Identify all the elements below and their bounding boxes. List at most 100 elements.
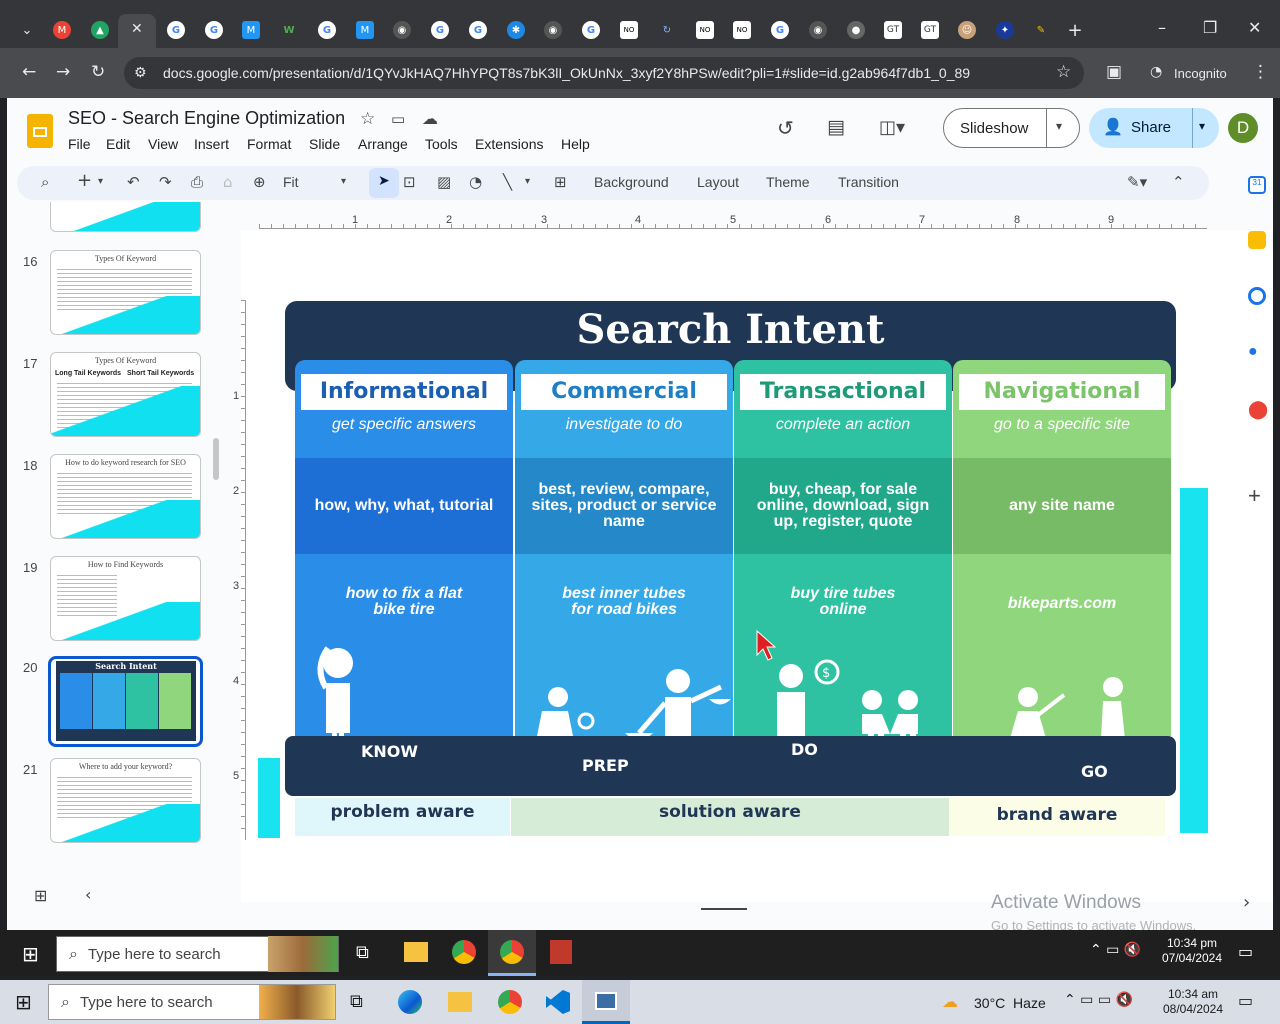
profile-tab-icon[interactable]: ☺	[958, 21, 976, 39]
link-tab-icon[interactable]: ↻	[658, 21, 676, 39]
menu-tools[interactable]: Tools	[425, 136, 458, 152]
outer-clock[interactable]: 10:34 am 08/04/2024	[1160, 987, 1226, 1017]
line-icon[interactable]: ╲	[503, 173, 512, 191]
tasks-icon[interactable]	[1248, 287, 1266, 305]
globe-tab-icon[interactable]: ✱	[507, 21, 525, 39]
shape-icon[interactable]: ◔	[469, 173, 482, 191]
chrome-menu-icon[interactable]: ⋮	[1252, 62, 1269, 82]
image-icon[interactable]: ▨	[437, 173, 451, 191]
globe-tab-icon[interactable]: ●	[847, 21, 865, 39]
start-icon[interactable]: ⊞	[15, 990, 32, 1014]
text-box-icon[interactable]: ⊡	[403, 173, 416, 191]
site-tab-icon[interactable]: NO	[696, 21, 714, 39]
zoom-select[interactable]: Fit	[283, 174, 299, 190]
file-explorer-icon[interactable]	[404, 942, 428, 962]
back-icon[interactable]: ←	[22, 62, 36, 82]
slide-thumbnail-18[interactable]: How to do keyword research for SEO	[50, 454, 201, 539]
minimize-icon[interactable]: –	[1158, 18, 1166, 37]
system-tray-icons[interactable]: ⌃ ▭ ▭ 🔇	[1064, 992, 1133, 1008]
gt-tab-icon[interactable]: GT	[884, 21, 902, 39]
menu-extensions[interactable]: Extensions	[475, 136, 543, 152]
document-title[interactable]: SEO - Search Engine Optimization	[68, 108, 345, 129]
w-tab-icon[interactable]: W	[280, 21, 298, 39]
inner-clock[interactable]: 10:34 pm 07/04/2024	[1160, 936, 1224, 966]
taskbar-search[interactable]: ⌕ Type here to search	[56, 936, 339, 972]
new-tab-icon[interactable]: +	[1066, 20, 1084, 41]
slide-thumbnail-19[interactable]: How to Find Keywords	[50, 556, 201, 641]
incognito-tab-icon[interactable]: ◉	[393, 21, 411, 39]
version-history-icon[interactable]: ↺	[777, 116, 794, 140]
mail-tab-icon[interactable]: M	[356, 21, 374, 39]
star-icon[interactable]: ☆	[360, 109, 375, 129]
site-tab-icon[interactable]: NO	[620, 21, 638, 39]
slide-thumbnail-21[interactable]: Where to add your keyword?	[50, 758, 201, 843]
notifications-icon[interactable]: ▭	[1238, 942, 1253, 961]
theme-button[interactable]: Theme	[766, 174, 810, 190]
maps-icon[interactable]: ⬤	[1248, 399, 1268, 419]
file-explorer-icon[interactable]	[448, 992, 472, 1012]
undo-icon[interactable]: ↶	[127, 173, 140, 191]
slide-canvas[interactable]: Search Intent Informational get specific…	[258, 298, 1208, 838]
tab-search-icon[interactable]: ⌄	[18, 21, 36, 39]
collapse-filmstrip-icon[interactable]: ‹	[85, 885, 91, 904]
close-tab-icon[interactable]: ✕	[131, 21, 143, 37]
slideshow-dropdown-icon[interactable]: ▾	[1056, 119, 1062, 133]
drive-tab-icon[interactable]: ▲	[91, 21, 109, 39]
zoom-icon[interactable]: ⊕	[253, 173, 266, 191]
active-tab[interactable]: ✕	[118, 14, 156, 48]
start-icon[interactable]: ⊞	[22, 942, 39, 966]
google-tab-icon[interactable]: G	[771, 21, 789, 39]
menu-slide[interactable]: Slide	[309, 136, 340, 152]
filmstrip-scrollbar[interactable]	[213, 438, 219, 480]
site-info-icon[interactable]: ⚙	[134, 65, 147, 81]
reload-icon[interactable]: ↻	[91, 62, 105, 82]
new-slide-icon[interactable]: +	[77, 170, 92, 191]
bookmark-star-icon[interactable]: ☆	[1056, 62, 1071, 82]
site-tab-icon[interactable]: NO	[733, 21, 751, 39]
google-tab-icon[interactable]: G	[469, 21, 487, 39]
menu-arrange[interactable]: Arrange	[358, 136, 408, 152]
system-tray-icons[interactable]: ⌃ ▭ 🔇	[1090, 942, 1141, 958]
calendar-icon[interactable]: 31	[1248, 176, 1266, 194]
avatar[interactable]: D	[1228, 113, 1258, 143]
chrome-icon[interactable]	[498, 990, 522, 1014]
move-folder-icon[interactable]: ▭	[391, 110, 405, 128]
paint-format-icon[interactable]: ⌂	[223, 173, 233, 191]
slides-logo-icon[interactable]	[27, 114, 53, 148]
winrar-icon[interactable]	[550, 940, 572, 964]
pen-tab-icon[interactable]: ✎	[1032, 21, 1050, 39]
grid-view-icon[interactable]: ⊞	[34, 886, 47, 905]
taskbar-search[interactable]: ⌕ Type here to search	[48, 984, 336, 1020]
slide-title[interactable]: Search Intent	[285, 306, 1176, 353]
google-tab-icon[interactable]: G	[582, 21, 600, 39]
menu-file[interactable]: File	[68, 136, 91, 152]
gt-tab-icon[interactable]: GT	[921, 21, 939, 39]
slide-thumbnail-15[interactable]	[50, 202, 201, 232]
transition-button[interactable]: Transition	[838, 174, 899, 190]
remote-desktop-active-app[interactable]	[582, 980, 630, 1024]
url-text[interactable]: docs.google.com/presentation/d/1QYvJkHAQ…	[163, 65, 970, 81]
incognito-tab-icon[interactable]: ◉	[544, 21, 562, 39]
notes-resize-handle[interactable]	[701, 908, 747, 910]
google-tab-icon[interactable]: G	[205, 21, 223, 39]
keep-icon[interactable]	[1248, 231, 1266, 249]
restore-icon[interactable]: ❐	[1203, 18, 1217, 37]
menu-edit[interactable]: Edit	[106, 136, 130, 152]
line-dropdown-icon[interactable]: ▾	[525, 176, 530, 187]
collapse-menus-icon[interactable]: ⌃	[1172, 173, 1185, 191]
menu-format[interactable]: Format	[247, 136, 291, 152]
forward-icon[interactable]: →	[56, 62, 70, 82]
get-addons-icon[interactable]: +	[1248, 485, 1266, 507]
meet-icon[interactable]: ◫▾	[879, 117, 905, 138]
share-button[interactable]: 👤 Share ▾	[1089, 108, 1219, 148]
side-panel-icon[interactable]: ▣	[1106, 62, 1122, 82]
zoom-dropdown-icon[interactable]: ▾	[341, 176, 346, 187]
menu-insert[interactable]: Insert	[194, 136, 229, 152]
redo-icon[interactable]: ↷	[159, 173, 172, 191]
incognito-tab-icon[interactable]: ◉	[809, 21, 827, 39]
contacts-icon[interactable]: ●	[1248, 343, 1266, 361]
google-tab-icon[interactable]: G	[431, 21, 449, 39]
layout-button[interactable]: Layout	[697, 174, 739, 190]
slideshow-button[interactable]: Slideshow ▾	[943, 108, 1080, 148]
star-tab-icon[interactable]: ✦	[996, 21, 1014, 39]
